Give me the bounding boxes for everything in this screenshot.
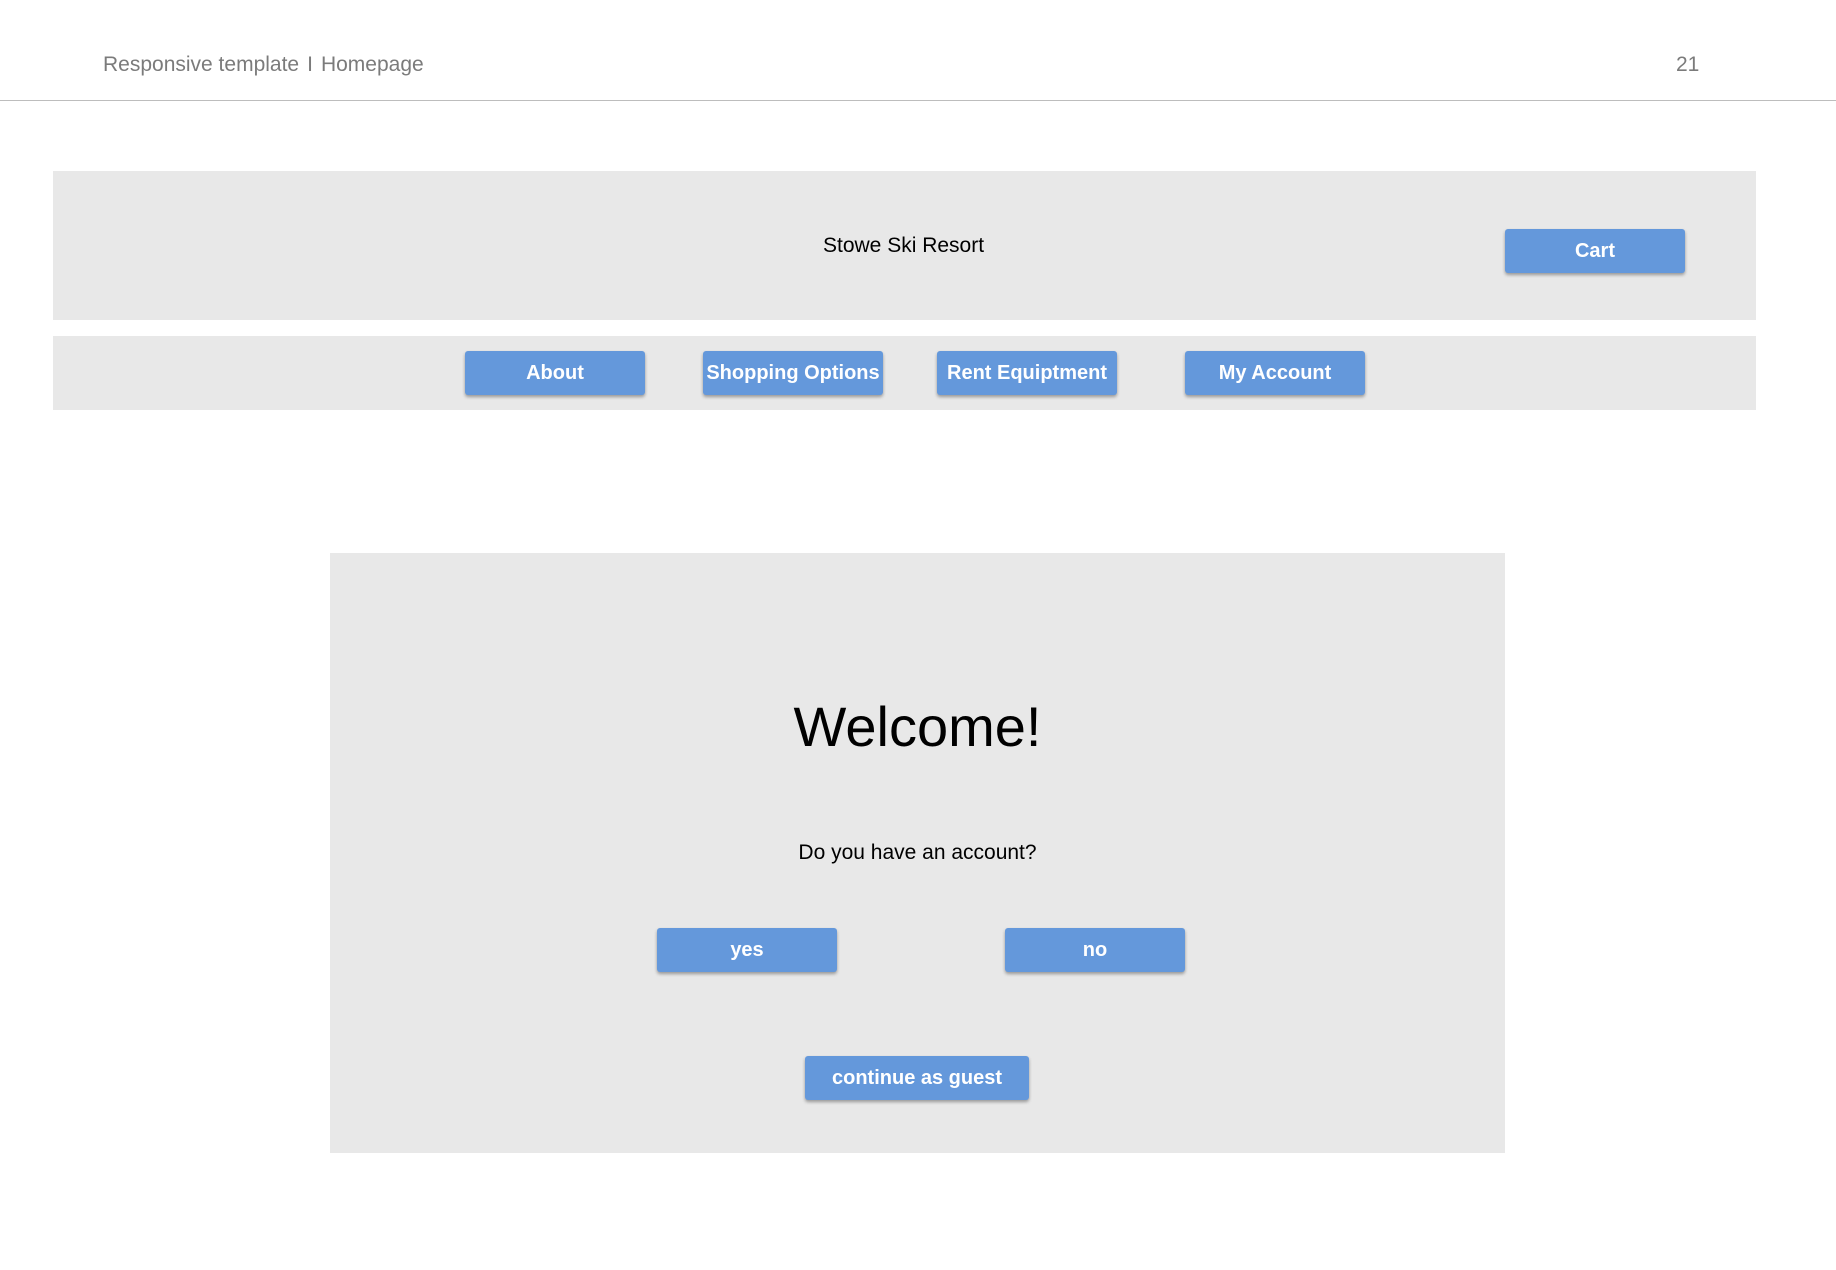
- welcome-heading: Welcome!: [793, 695, 1042, 758]
- cart-button[interactable]: Cart: [1505, 229, 1685, 273]
- nav-bar: About Shopping Options Rent Equiptment M…: [53, 336, 1756, 410]
- yes-button[interactable]: yes: [657, 928, 837, 972]
- no-button[interactable]: no: [1005, 928, 1185, 972]
- page-number: 21: [1676, 53, 1700, 76]
- nav-about-button[interactable]: About: [465, 351, 645, 395]
- document-header: Responsive template I Homepage 21: [0, 0, 1836, 101]
- site-header-bar: Stowe Ski Resort Cart: [53, 171, 1756, 320]
- account-question: Do you have an account?: [798, 841, 1037, 864]
- breadcrumb-section: Responsive template: [103, 53, 300, 76]
- site-title: Stowe Ski Resort: [823, 234, 985, 257]
- nav-shopping-options-button[interactable]: Shopping Options: [703, 351, 883, 395]
- welcome-card: Welcome! Do you have an account? yes no …: [330, 553, 1505, 1153]
- breadcrumb-separator: I: [307, 53, 313, 76]
- nav-my-account-button[interactable]: My Account: [1185, 351, 1365, 395]
- breadcrumb-page: Homepage: [320, 53, 424, 76]
- continue-as-guest-button[interactable]: continue as guest: [805, 1056, 1029, 1100]
- breadcrumb: Responsive template I Homepage: [103, 53, 424, 77]
- nav-rent-equipment-button[interactable]: Rent Equiptment: [937, 351, 1117, 395]
